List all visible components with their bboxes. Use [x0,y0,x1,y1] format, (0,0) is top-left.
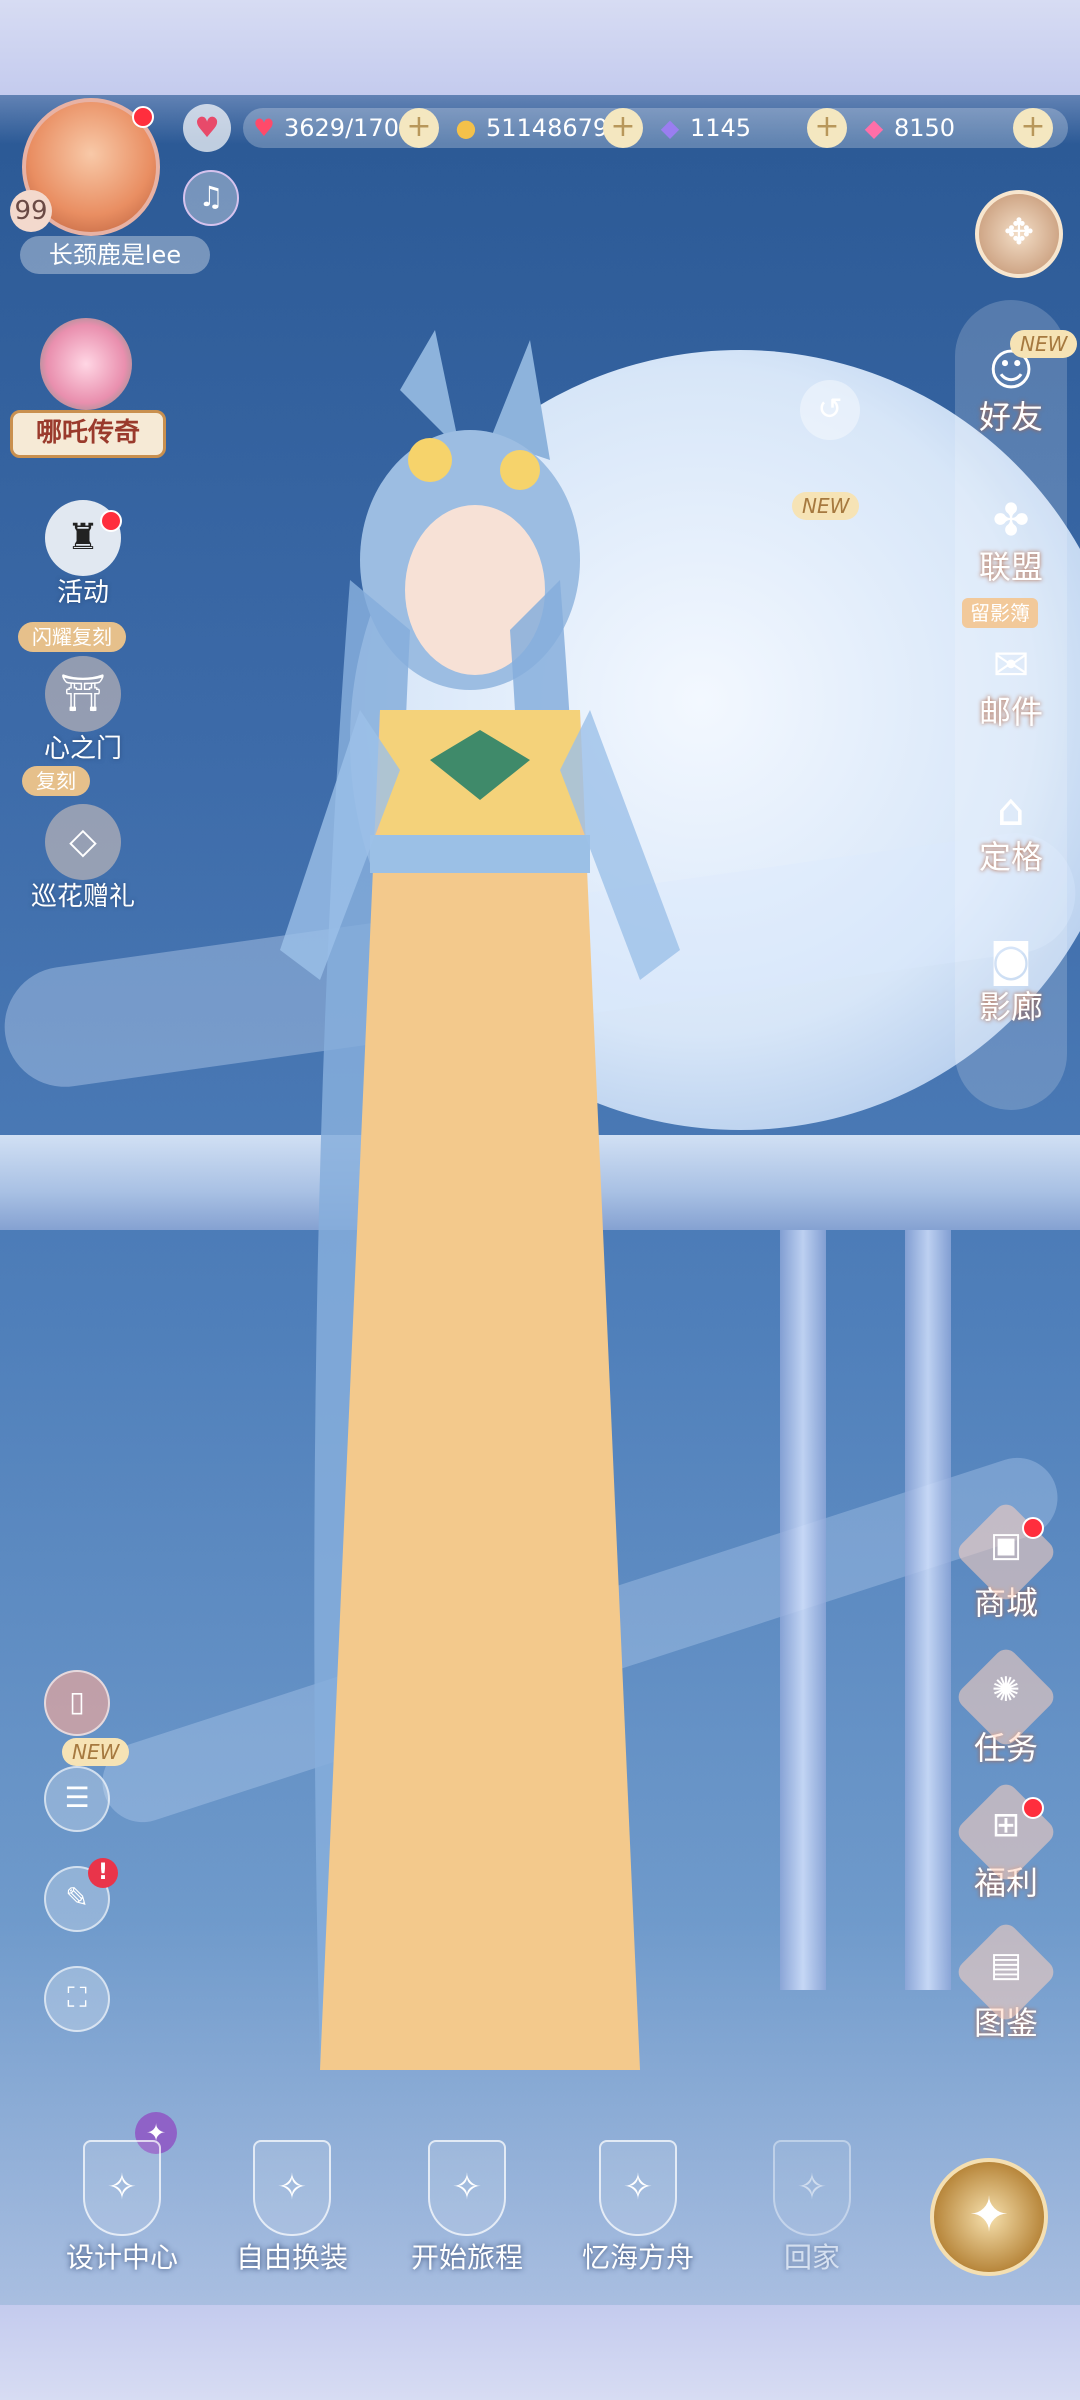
nav-home-label: 回家 [783,2241,840,2274]
gallery-button[interactable]: ◙ 影廊 [955,935,1067,1027]
gift-icon: ⊞ [991,1805,1021,1845]
collection-button[interactable]: ▤ 图鉴 [950,1919,1062,2043]
diamond-value: 1145 [690,114,752,142]
mail-label: 邮件 [978,693,1043,731]
stamina-value: 3629/170 [284,114,399,142]
inbox-icon[interactable]: ☰ [44,1766,110,1832]
rerun-tag: 复刻 [22,766,90,796]
sparkle-icon: ✧ [773,2140,851,2236]
mail-icon: ✉ [992,640,1030,691]
heart-icon: ♥ [253,114,275,142]
notification-dot [132,106,154,128]
bottom-frame [0,2305,1080,2400]
add-stamina-button[interactable]: + [399,108,439,148]
activity-button[interactable]: ♜ 活动 [8,500,158,610]
new-tag: NEW [792,492,860,520]
notification-dot [100,510,122,532]
welfare-button[interactable]: ⊞ 福利 [950,1779,1062,1903]
railing-pillar [905,1230,951,1990]
fan-menu-icon[interactable]: ✥ [975,190,1063,278]
phone-icon[interactable]: ▯ [44,1670,110,1736]
add-pink-diamonds-button[interactable]: + [1013,108,1053,148]
camera-icon: ◙ [989,935,1033,986]
flower-gift-button[interactable]: ◇ 巡花赠礼 [8,804,158,914]
coin-value: 51148679 [486,114,609,142]
friends-new-tag: NEW [1010,330,1078,358]
sparkle-icon: ✧ [428,2140,506,2236]
mail-button[interactable]: ✉ 邮件 [955,640,1067,732]
activity-label: 活动 [56,578,109,608]
top-frame [0,0,1080,95]
event-banner-nezha[interactable]: 哪吒传奇 [10,318,166,463]
house-icon: ⌂ [997,785,1025,836]
phone-new-tag: NEW [62,1738,130,1766]
bag-icon: ▣ [989,1525,1023,1565]
player-character[interactable] [260,330,820,2070]
coin-icon: ● [455,114,477,142]
book-icon: ▤ [989,1945,1023,1985]
nav-design-center[interactable]: ✧ 设计中心 [37,2140,207,2280]
diamond-gift-icon: ◇ [45,804,121,880]
friends-button[interactable]: ☺ 好友 [955,345,1067,437]
photo-album-tag: 留影簿 [962,598,1038,628]
player-level-badge: 99 [10,190,52,232]
nav-free-dressup[interactable]: ✧ 自由换装 [207,2140,377,2280]
alliance-button[interactable]: ✤ 联盟 [955,495,1067,587]
door-icon: ⛩ [45,656,121,732]
pose-label: 定格 [978,838,1043,876]
nav-home[interactable]: ✧ 回家 [727,2140,897,2280]
player-avatar-frame[interactable]: 99 [10,98,165,236]
fullscreen-icon[interactable]: ⛶ [44,1966,110,2032]
sparkle-icon: ✧ [253,2140,331,2236]
notification-dot [1022,1797,1044,1819]
flame-icon: ✺ [991,1670,1021,1710]
flower-gift-label: 巡花赠礼 [30,882,135,912]
bottom-navigation: ✧ 设计中心 ✧ 自由换装 ✧ 开始旅程 ✧ 忆海方舟 ✧ 回家 [0,2140,1080,2310]
pink-diamond-icon: ◆ [864,114,884,142]
pink-diamond-value: 8150 [894,114,956,142]
friends-label: 好友 [978,398,1043,436]
alliance-crest-icon: ✤ [992,495,1030,546]
music-note-icon[interactable]: ♫ [183,170,239,226]
shop-button[interactable]: ▣ 商城 [950,1499,1062,1623]
coin-counter: ● 51148679 [452,108,609,148]
nav-design-center-label: 设计中心 [65,2241,178,2274]
nav-memory-ark-label: 忆海方舟 [581,2241,694,2274]
stamina-counter: ♥ 3629/170 [250,108,399,148]
heart-icon[interactable]: ♥ [183,104,231,152]
scene-switch-icon[interactable]: ↺ [800,380,860,440]
add-diamonds-button[interactable]: + [807,108,847,148]
event-banner-label: 哪吒传奇 [10,410,166,458]
pose-button[interactable]: ⌂ 定格 [955,785,1067,877]
sparkle-icon: ✧ [83,2140,161,2236]
diamond-icon: ◆ [660,114,680,142]
heart-gate-label: 心之门 [43,734,122,764]
gallery-label: 影廊 [978,988,1043,1026]
nav-free-dressup-label: 自由换装 [235,2241,348,2274]
pink-diamond-counter: ◆ 8150 [860,108,955,148]
task-button[interactable]: ✺ 任务 [950,1644,1062,1768]
flash-rerun-tag: 闪耀复刻 [18,622,126,652]
nav-start-journey-label: 开始旅程 [410,2241,523,2274]
lotus-icon [40,318,132,410]
nav-start-journey[interactable]: ✧ 开始旅程 [382,2140,552,2280]
diamond-counter: ◆ 1145 [656,108,751,148]
chat-alert-icon: ! [88,1858,118,1888]
notification-dot [1022,1517,1044,1539]
main-action-star-icon[interactable]: ✦ [930,2158,1048,2276]
heart-gate-button[interactable]: ⛩ 心之门 [8,656,158,766]
add-coins-button[interactable]: + [603,108,643,148]
sparkle-icon: ✧ [599,2140,677,2236]
player-name[interactable]: 长颈鹿是lee [20,236,210,274]
nav-memory-ark[interactable]: ✧ 忆海方舟 [553,2140,723,2280]
alliance-label: 联盟 [978,548,1043,586]
